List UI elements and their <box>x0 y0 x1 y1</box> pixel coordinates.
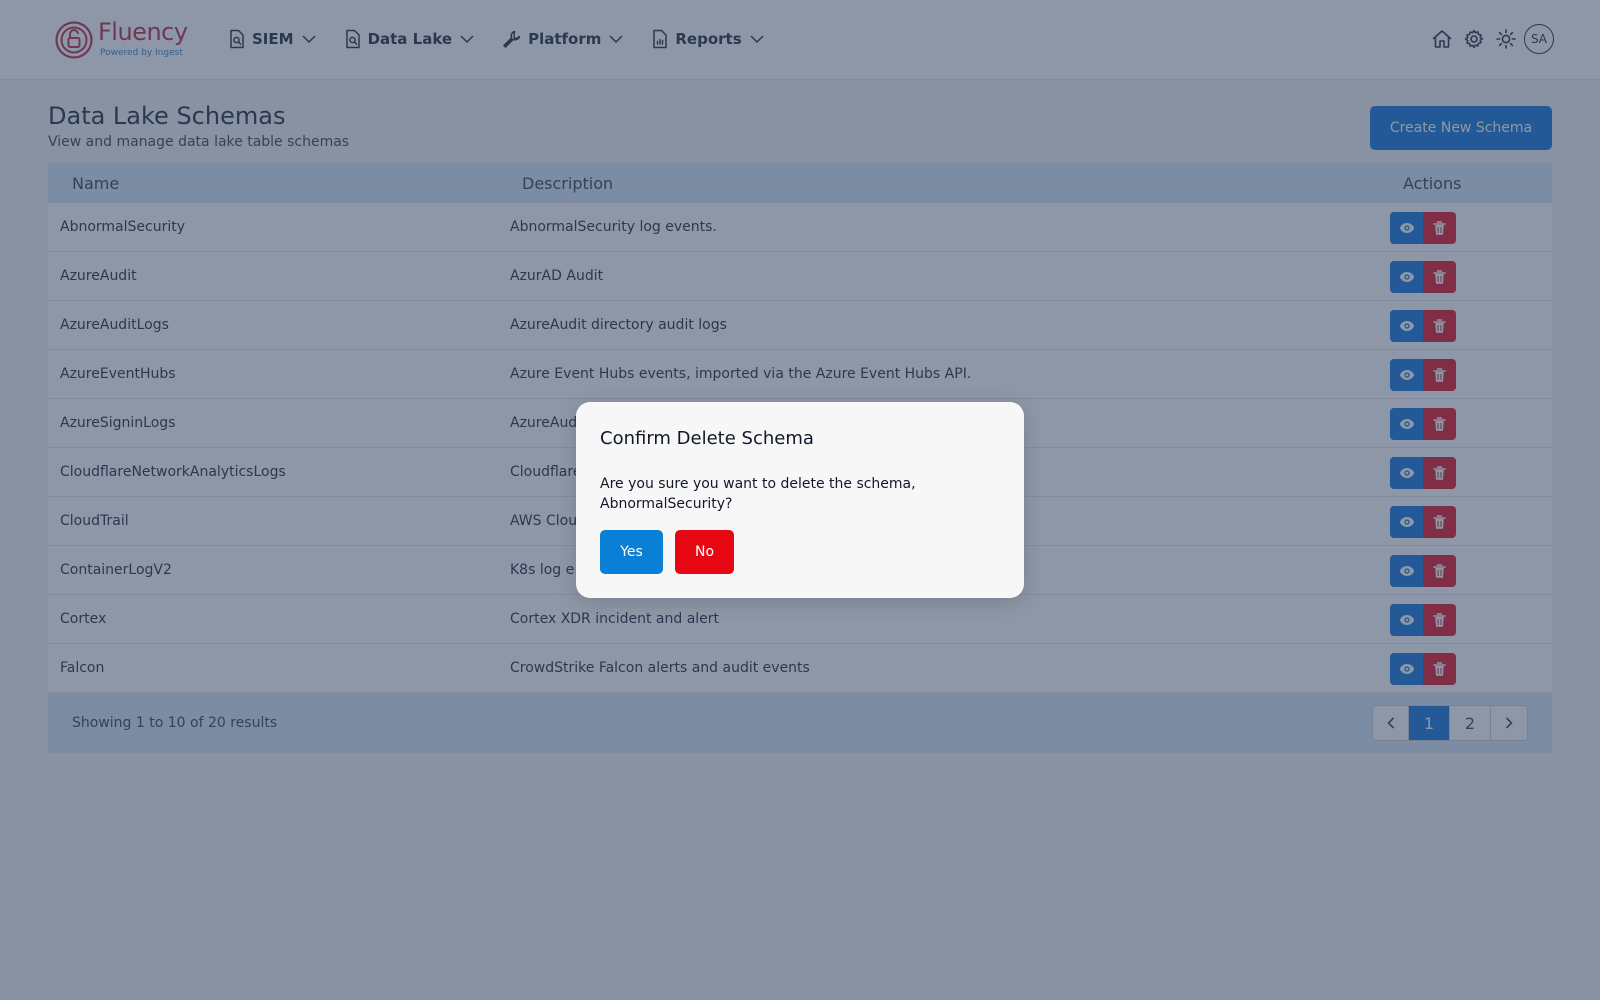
confirm-delete-dialog: Confirm Delete Schema Are you sure you w… <box>576 402 1024 598</box>
confirm-yes-button[interactable]: Yes <box>600 530 663 574</box>
dialog-title: Confirm Delete Schema <box>600 428 814 449</box>
confirm-no-button[interactable]: No <box>675 530 734 574</box>
dialog-message: Are you sure you want to delete the sche… <box>600 476 916 512</box>
